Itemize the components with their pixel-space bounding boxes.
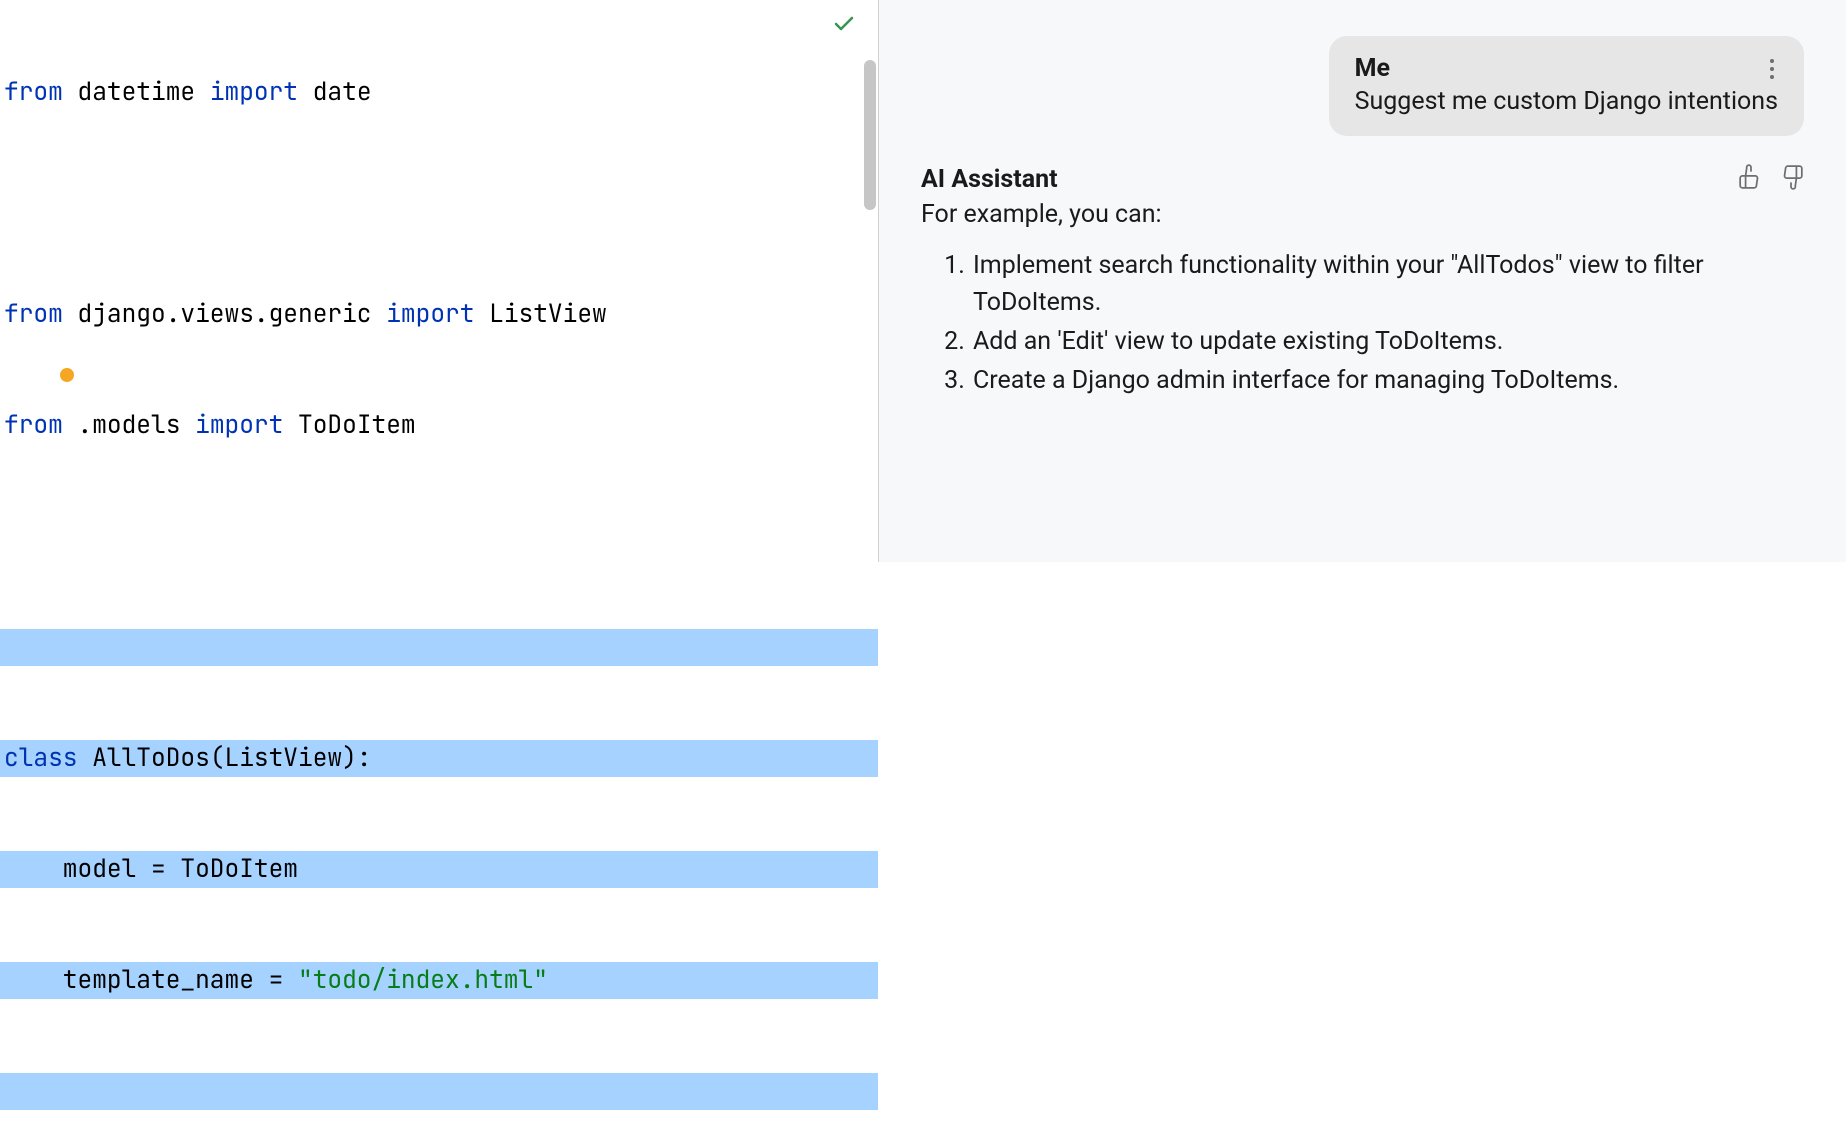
thumbs-up-icon[interactable]: [1738, 164, 1764, 194]
user-message-bubble: Me Suggest me custom Django intentions: [1329, 36, 1804, 136]
kw-import: import: [210, 76, 298, 108]
user-message-text: Suggest me custom Django intentions: [1355, 87, 1778, 116]
class-name: AllToDos: [92, 742, 210, 774]
kw-from: from: [4, 76, 63, 108]
module-name: datetime: [63, 76, 210, 108]
class-tail: (ListView):: [210, 742, 372, 774]
suggestion-list: Implement search functionality within yo…: [921, 247, 1804, 401]
import-name: ListView: [474, 298, 606, 330]
kw-import: import: [195, 409, 283, 441]
assistant-name: AI Assistant: [921, 165, 1058, 194]
module-name: django.views.generic: [63, 298, 386, 330]
import-name: date: [298, 76, 372, 108]
message-menu-icon[interactable]: [1766, 55, 1778, 83]
kw-import: import: [386, 298, 474, 330]
import-name: ToDoItem: [283, 409, 415, 441]
assistant-intro: For example, you can:: [921, 200, 1804, 229]
user-name: Me: [1355, 54, 1390, 83]
kw-from: from: [4, 409, 63, 441]
assign-lhs: template_name =: [4, 964, 298, 996]
list-item: Add an 'Edit' view to update existing To…: [971, 323, 1804, 360]
kw-class: class: [4, 742, 92, 774]
kw-from: from: [4, 298, 63, 330]
list-item: Create a Django admin interface for mana…: [971, 362, 1804, 399]
code-content[interactable]: from datetime import date from django.vi…: [0, 0, 878, 1124]
intention-bulb-icon[interactable]: [60, 368, 74, 382]
string-literal: "todo/index.html": [298, 964, 548, 996]
ai-chat-panel: Me Suggest me custom Django intentions A…: [879, 0, 1846, 562]
module-name: .models: [63, 409, 195, 441]
code-editor[interactable]: from datetime import date from django.vi…: [0, 0, 878, 562]
assistant-message: AI Assistant For example, you can: Imple…: [921, 164, 1804, 401]
scrollbar-thumb[interactable]: [864, 60, 876, 210]
thumbs-down-icon[interactable]: [1778, 164, 1804, 194]
list-item: Implement search functionality within yo…: [971, 247, 1804, 321]
assign: model = ToDoItem: [4, 853, 298, 885]
